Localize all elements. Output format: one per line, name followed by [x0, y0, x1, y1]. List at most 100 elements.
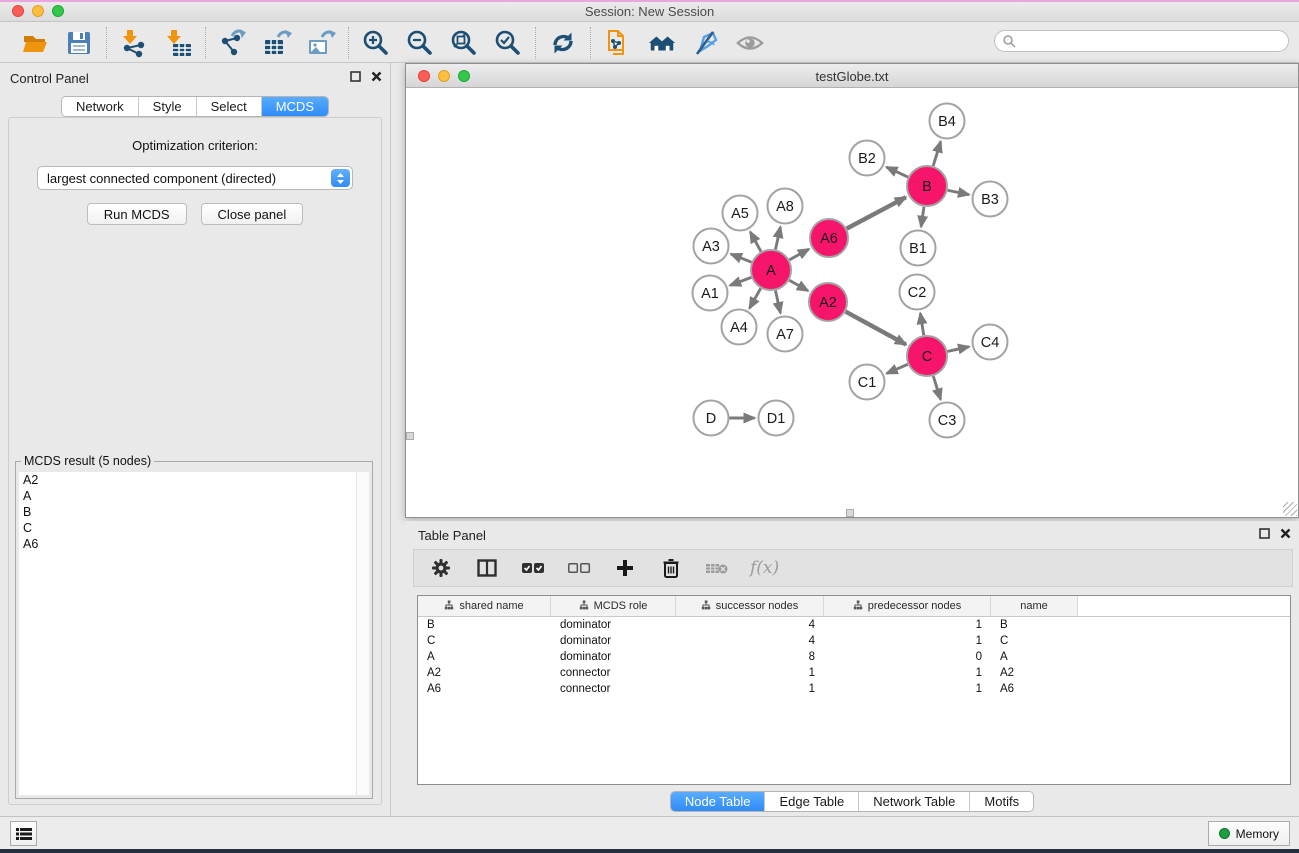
result-item[interactable]: A2 — [19, 472, 356, 488]
edge-A6-B[interactable] — [847, 197, 906, 228]
edge-A2-C[interactable] — [846, 312, 906, 345]
table-row[interactable]: A6connector11A6 — [418, 681, 1290, 697]
tab-mcds[interactable]: MCDS — [262, 97, 328, 116]
node-D[interactable]: D — [694, 401, 729, 436]
table-tab-node-table[interactable]: Node Table — [671, 792, 766, 811]
node-C4[interactable]: C4 — [973, 325, 1008, 360]
node-A3[interactable]: A3 — [694, 229, 729, 264]
node-C2[interactable]: C2 — [900, 275, 935, 310]
node-C1[interactable]: C1 — [850, 365, 885, 400]
column-header-MCDS-role[interactable]: MCDS role — [551, 596, 676, 616]
column-header-predecessor-nodes[interactable]: predecessor nodes — [824, 596, 991, 616]
tab-select[interactable]: Select — [197, 97, 262, 116]
close-table-panel-icon[interactable] — [1280, 528, 1291, 539]
run-mcds-button[interactable]: Run MCDS — [87, 203, 187, 225]
table-tab-motifs[interactable]: Motifs — [970, 792, 1033, 811]
gear-icon[interactable] — [428, 555, 454, 581]
edge-A-A7[interactable] — [775, 291, 780, 313]
table-row[interactable]: Bdominator41B — [418, 617, 1290, 633]
node-B1[interactable]: B1 — [901, 231, 936, 266]
select-all-icon[interactable] — [520, 555, 546, 581]
node-A[interactable]: A — [751, 250, 791, 290]
edge-C-C4[interactable] — [947, 347, 969, 352]
node-A7[interactable]: A7 — [768, 317, 803, 352]
result-list-scrollbar[interactable] — [356, 472, 369, 795]
mcds-result-list[interactable]: A2ABCA6 — [19, 472, 356, 795]
result-item[interactable]: A — [19, 488, 356, 504]
edge-A-A2[interactable] — [789, 280, 808, 290]
edge-A-A6[interactable] — [789, 249, 808, 260]
node-A6[interactable]: A6 — [810, 219, 848, 257]
node-table[interactable]: shared nameMCDS rolesuccessor nodesprede… — [417, 595, 1291, 785]
import-table-icon[interactable] — [163, 28, 193, 58]
delete-table-icon[interactable] — [704, 555, 730, 581]
edge-C-C1[interactable] — [887, 364, 908, 373]
edge-B-B1[interactable] — [921, 207, 924, 227]
table-row[interactable]: Adominator80A — [418, 649, 1290, 665]
node-B3[interactable]: B3 — [973, 182, 1008, 217]
edge-A-A1[interactable] — [730, 277, 751, 285]
delete-icon[interactable] — [658, 555, 684, 581]
node-C[interactable]: C — [907, 336, 947, 376]
add-column-icon[interactable] — [612, 555, 638, 581]
table-tab-edge-table[interactable]: Edge Table — [765, 792, 859, 811]
edge-B-B4[interactable] — [933, 142, 941, 166]
zoom-selected-icon[interactable] — [493, 28, 523, 58]
network-canvas[interactable]: B4 B2 B B3 A5 A8A6 B1 A3 A A1 C2 A2 A4 A7 C C4 C1 C3 D D1 — [406, 88, 1298, 517]
memory-button[interactable]: Memory — [1208, 821, 1290, 846]
resize-grip[interactable] — [1283, 502, 1297, 516]
split-columns-icon[interactable] — [474, 555, 500, 581]
node-A8[interactable]: A8 — [768, 189, 803, 224]
node-B[interactable]: B — [907, 166, 947, 206]
edge-B-B3[interactable] — [948, 190, 969, 194]
table-row[interactable]: A2connector11A2 — [418, 665, 1290, 681]
annotation-disabled-icon[interactable] — [691, 28, 721, 58]
network-window-titlebar[interactable]: testGlobe.txt — [406, 64, 1298, 88]
export-network-icon[interactable] — [218, 28, 248, 58]
node-A4[interactable]: A4 — [722, 310, 757, 345]
edge-C-C3[interactable] — [933, 376, 940, 399]
open-session-icon[interactable] — [20, 28, 50, 58]
float-panel-icon[interactable] — [350, 71, 361, 82]
float-table-panel-icon[interactable] — [1259, 528, 1270, 539]
edge-B-B2[interactable] — [886, 167, 907, 177]
close-panel-button[interactable]: Close panel — [201, 203, 304, 225]
task-history-button[interactable] — [10, 821, 37, 846]
result-item[interactable]: C — [19, 520, 356, 536]
zoom-fit-icon[interactable] — [449, 28, 479, 58]
node-D1[interactable]: D1 — [759, 401, 794, 436]
import-network-icon[interactable] — [119, 28, 149, 58]
tab-style[interactable]: Style — [139, 97, 197, 116]
node-A2[interactable]: A2 — [809, 283, 847, 321]
clone-network-icon[interactable] — [603, 28, 633, 58]
node-A5[interactable]: A5 — [723, 196, 758, 231]
edge-A-A3[interactable] — [731, 254, 752, 262]
result-item[interactable]: A6 — [19, 536, 356, 552]
column-header-shared-name[interactable]: shared name — [418, 596, 551, 616]
node-C3[interactable]: C3 — [930, 403, 965, 438]
optimization-criterion-select[interactable]: largest connected component (directed) — [37, 166, 353, 190]
zoom-in-icon[interactable] — [361, 28, 391, 58]
function-builder-icon[interactable]: f(x) — [750, 555, 779, 581]
result-item[interactable]: B — [19, 504, 356, 520]
table-row[interactable]: Cdominator41C — [418, 633, 1290, 649]
search-input[interactable] — [994, 30, 1289, 52]
eye-icon[interactable] — [735, 28, 765, 58]
zoom-out-icon[interactable] — [405, 28, 435, 58]
table-tab-network-table[interactable]: Network Table — [859, 792, 970, 811]
edge-C-C2[interactable] — [920, 313, 923, 335]
close-panel-icon[interactable] — [371, 71, 382, 82]
edge-A-A5[interactable] — [750, 232, 761, 252]
node-B2[interactable]: B2 — [850, 141, 885, 176]
edge-A-A8[interactable] — [775, 227, 780, 249]
export-table-icon[interactable] — [262, 28, 292, 58]
node-B4[interactable]: B4 — [930, 104, 965, 139]
refresh-icon[interactable] — [548, 28, 578, 58]
tab-network[interactable]: Network — [62, 97, 139, 116]
node-A1[interactable]: A1 — [693, 276, 728, 311]
home-icon[interactable] — [647, 28, 677, 58]
edge-A-A4[interactable] — [750, 288, 761, 308]
column-header-successor-nodes[interactable]: successor nodes — [676, 596, 824, 616]
save-session-icon[interactable] — [64, 28, 94, 58]
export-image-icon[interactable] — [306, 28, 336, 58]
